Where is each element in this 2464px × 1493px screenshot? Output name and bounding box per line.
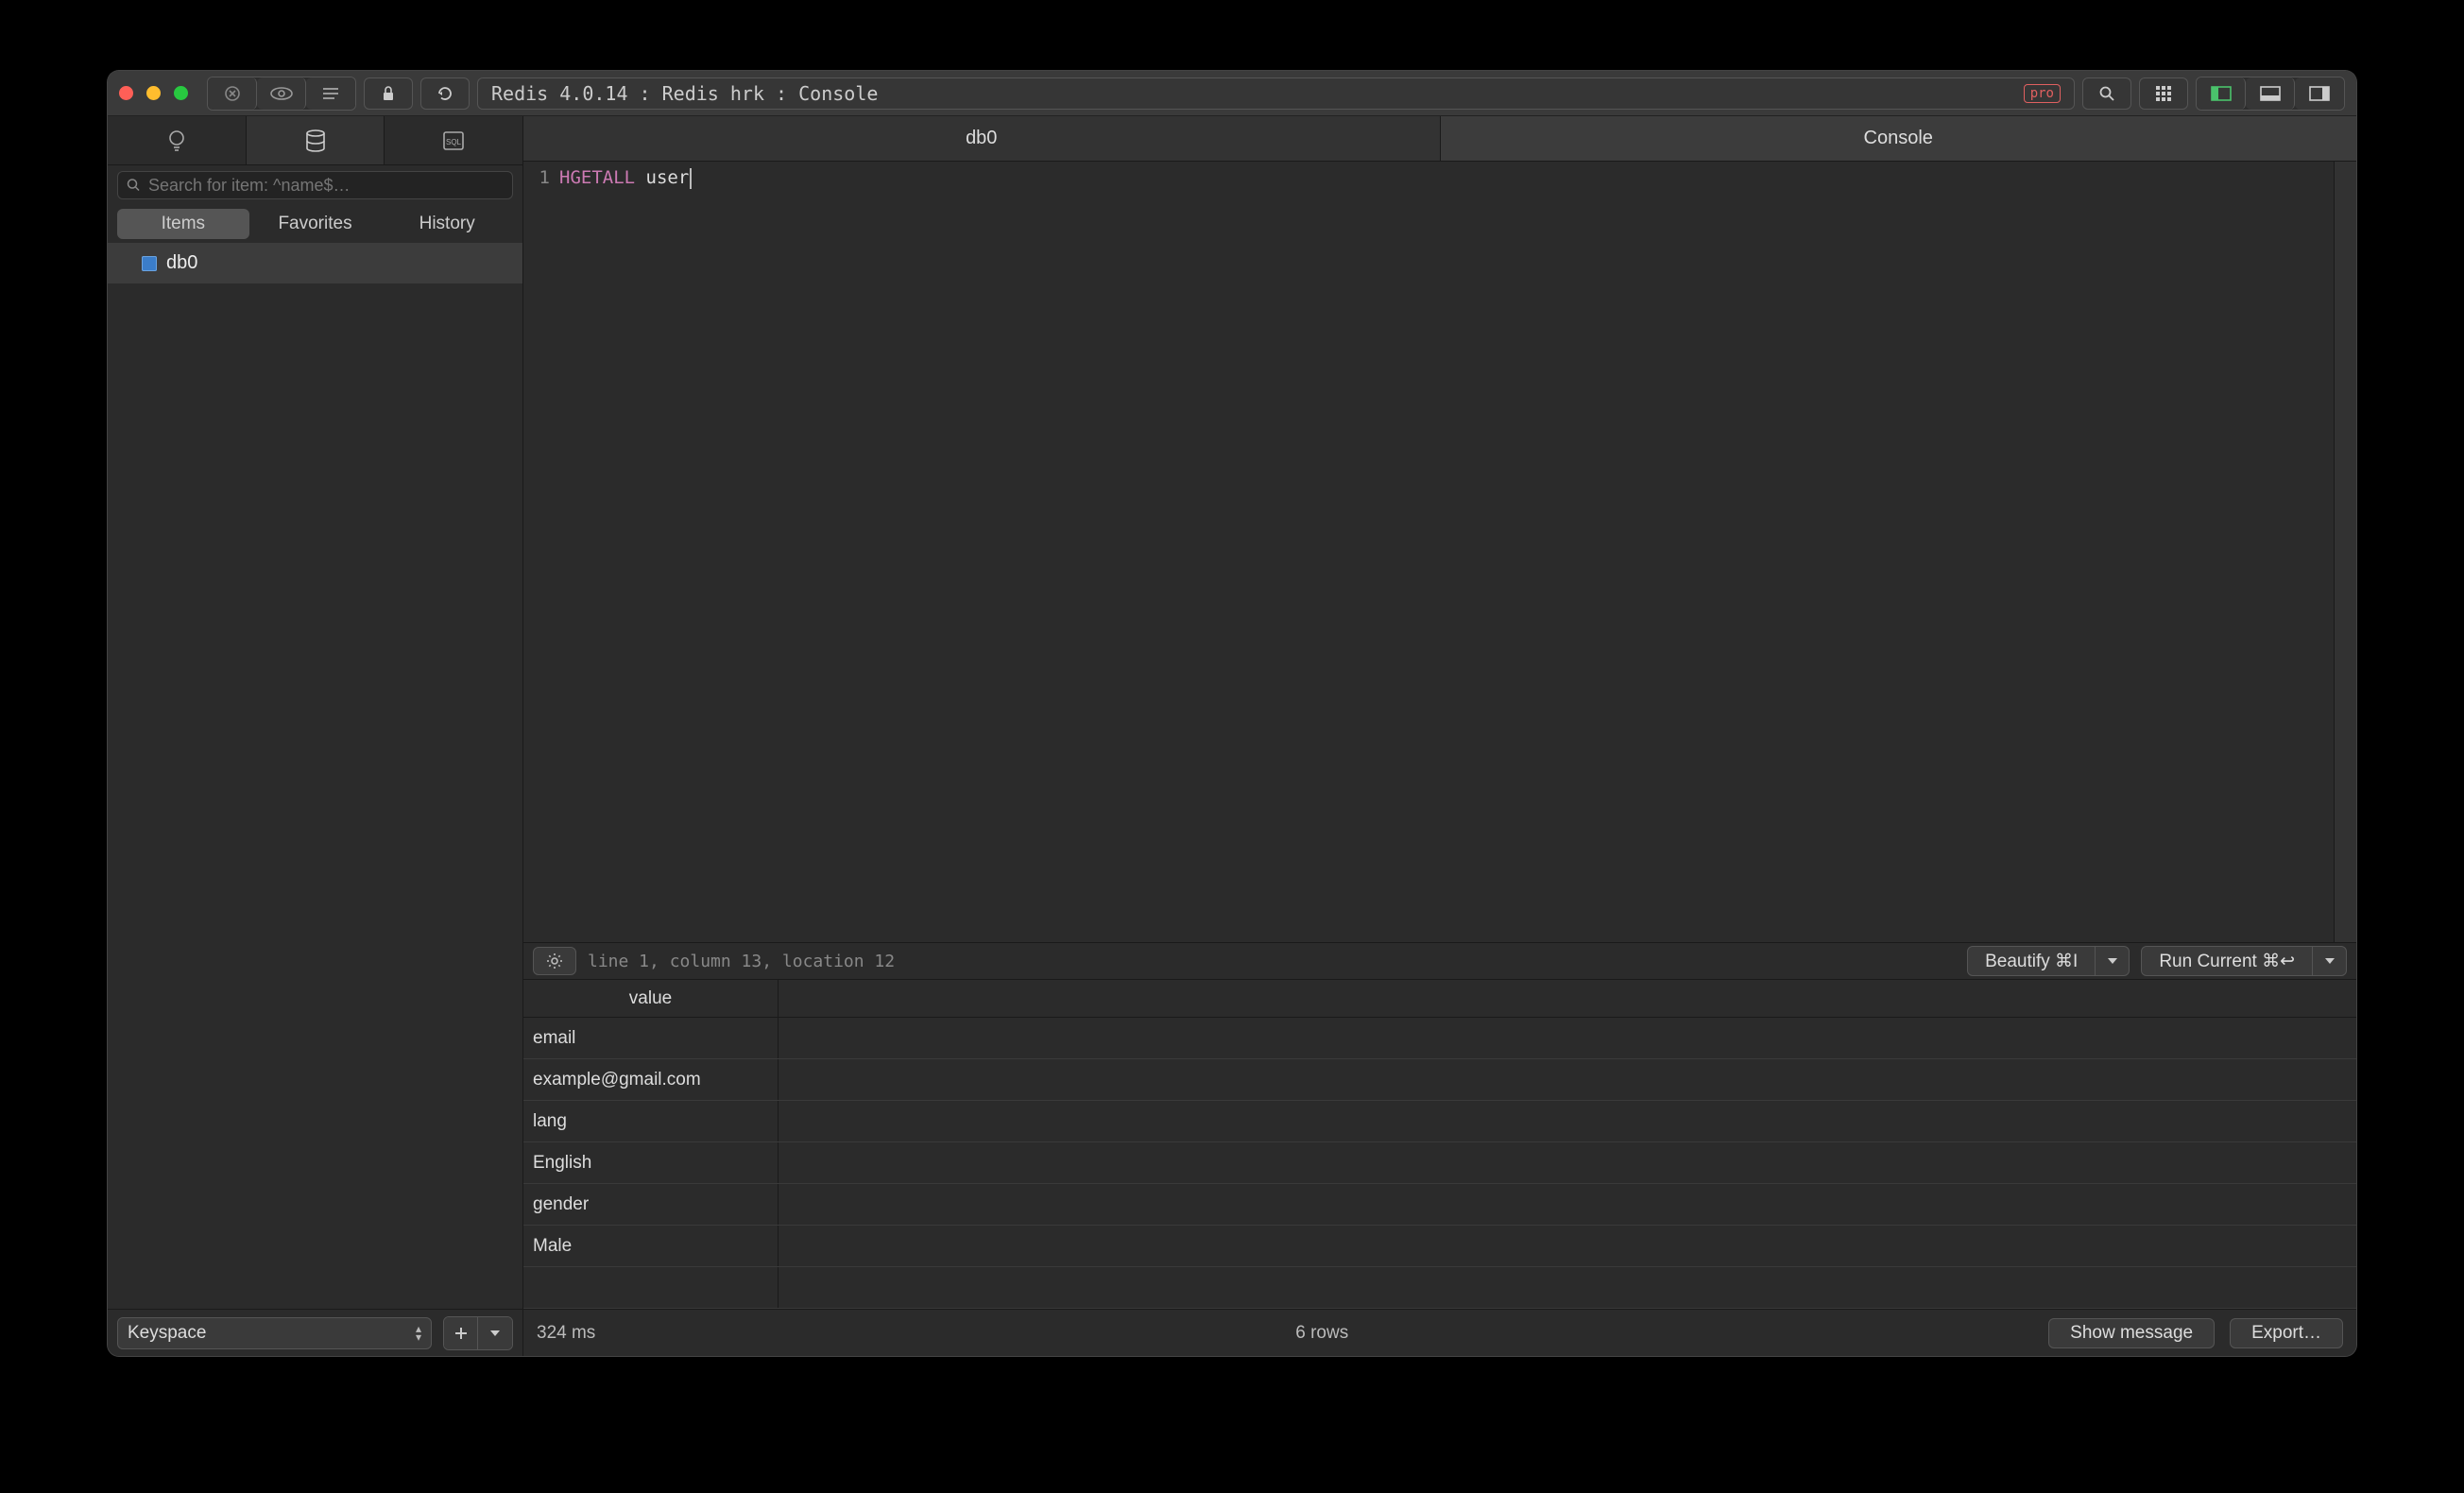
- editor-position: line 1, column 13, location 12: [588, 952, 895, 971]
- results-header: value: [523, 980, 2356, 1018]
- add-button-group: [443, 1316, 513, 1350]
- cell-value: English: [523, 1142, 779, 1183]
- beautify-label: Beautify ⌘I: [1968, 947, 2095, 975]
- filter-tab-history[interactable]: History: [381, 209, 513, 239]
- updown-icon: ▴▾: [416, 1325, 421, 1341]
- refresh-icon[interactable]: [420, 77, 470, 110]
- zoom-window-button[interactable]: [174, 86, 188, 100]
- cell-value: example@gmail.com: [523, 1059, 779, 1100]
- editor-scrollbar[interactable]: [2334, 162, 2356, 942]
- traffic-lights: [119, 86, 188, 100]
- results-statusbar: 324 ms 6 rows Show message Export…: [523, 1309, 2356, 1356]
- content-tabs: db0 Console: [523, 116, 2356, 162]
- query-editor[interactable]: 1 HGETALL user: [523, 162, 2356, 942]
- chevron-down-icon[interactable]: [2312, 947, 2346, 975]
- pro-badge: pro: [2024, 84, 2061, 103]
- preview-icon[interactable]: [257, 77, 306, 110]
- titlebar: Redis 4.0.14 : Redis hrk : Console pro: [108, 71, 2356, 116]
- toolbar-group-1: [207, 77, 356, 111]
- table-icon: [142, 256, 157, 271]
- table-row[interactable]: [523, 1267, 2356, 1309]
- editor-statusbar: line 1, column 13, location 12 Beautify …: [523, 942, 2356, 980]
- column-header-value[interactable]: value: [523, 980, 779, 1017]
- search-input[interactable]: [117, 171, 513, 199]
- lock-icon[interactable]: [364, 77, 413, 110]
- cell-value: email: [523, 1018, 779, 1058]
- add-button[interactable]: [444, 1317, 478, 1349]
- gear-icon[interactable]: [533, 947, 576, 975]
- minimize-window-button[interactable]: [146, 86, 161, 100]
- window-title: Redis 4.0.14 : Redis hrk : Console pro: [477, 77, 2075, 110]
- chevron-down-icon[interactable]: [2095, 947, 2129, 975]
- layout-group: [2196, 77, 2345, 111]
- cancel-icon[interactable]: [208, 77, 257, 110]
- table-row[interactable]: email: [523, 1018, 2356, 1059]
- beautify-button[interactable]: Beautify ⌘I: [1967, 946, 2130, 976]
- app-window: Redis 4.0.14 : Redis hrk : Console pro: [108, 71, 2356, 1356]
- show-message-button[interactable]: Show message: [2048, 1318, 2215, 1348]
- filter-tab-favorites[interactable]: Favorites: [249, 209, 382, 239]
- sidebar-search: [108, 165, 522, 205]
- search-icon: [127, 179, 141, 193]
- table-row[interactable]: lang: [523, 1101, 2356, 1142]
- layout-right-icon[interactable]: [2295, 77, 2344, 110]
- grid-icon[interactable]: [2139, 77, 2188, 110]
- column-header-empty: [779, 980, 2356, 1017]
- table-row[interactable]: gender: [523, 1184, 2356, 1226]
- sidebar-bottom: Keyspace ▴▾: [108, 1309, 522, 1356]
- sidebar-mode-tabs: SQL: [108, 116, 522, 165]
- export-button[interactable]: Export…: [2230, 1318, 2343, 1348]
- list-icon[interactable]: [306, 77, 355, 110]
- filter-tab-items[interactable]: Items: [117, 209, 249, 239]
- row-count: 6 rows: [610, 1323, 2033, 1344]
- editor-text: user: [635, 167, 689, 188]
- run-label: Run Current ⌘↩: [2142, 947, 2312, 975]
- keyspace-label: Keyspace: [128, 1323, 206, 1344]
- table-row[interactable]: example@gmail.com: [523, 1059, 2356, 1101]
- keyspace-select[interactable]: Keyspace ▴▾: [117, 1317, 432, 1349]
- results-panel: value email example@gmail.com lang Engli…: [523, 980, 2356, 1309]
- search-icon[interactable]: [2082, 77, 2131, 110]
- sidebar: SQL Items Favorites History db0: [108, 116, 523, 1356]
- cell-value: lang: [523, 1101, 779, 1141]
- results-body: email example@gmail.com lang English gen…: [523, 1018, 2356, 1309]
- editor-keyword: HGETALL: [559, 167, 635, 188]
- layout-bottom-icon[interactable]: [2246, 77, 2295, 110]
- window-title-text: Redis 4.0.14 : Redis hrk : Console: [491, 82, 878, 105]
- tab-console[interactable]: Console: [1441, 116, 2357, 162]
- query-time: 324 ms: [537, 1323, 595, 1344]
- editor-code[interactable]: HGETALL user: [556, 162, 2334, 942]
- item-list: db0: [108, 243, 522, 1309]
- cell-value: gender: [523, 1184, 779, 1225]
- database-icon[interactable]: [247, 116, 385, 165]
- lightbulb-icon[interactable]: [108, 116, 247, 165]
- close-window-button[interactable]: [119, 86, 133, 100]
- tab-db0[interactable]: db0: [523, 116, 1441, 162]
- table-row[interactable]: Male: [523, 1226, 2356, 1267]
- cell-value: Male: [523, 1226, 779, 1266]
- sidebar-item-label: db0: [166, 252, 197, 274]
- layout-left-icon[interactable]: [2197, 77, 2246, 110]
- sidebar-filter-tabs: Items Favorites History: [108, 205, 522, 243]
- cell-value: [523, 1267, 779, 1308]
- sidebar-item-db0[interactable]: db0: [108, 243, 522, 283]
- editor-gutter: 1: [523, 162, 556, 942]
- add-dropdown[interactable]: [478, 1317, 512, 1349]
- main-row: SQL Items Favorites History db0: [108, 116, 2356, 1356]
- content-area: db0 Console 1 HGETALL user line 1, colum…: [523, 116, 2356, 1356]
- editor-cursor: [690, 168, 692, 189]
- sql-icon[interactable]: SQL: [385, 116, 522, 165]
- line-number: 1: [523, 167, 550, 188]
- table-row[interactable]: English: [523, 1142, 2356, 1184]
- svg-text:SQL: SQL: [446, 138, 462, 146]
- run-button[interactable]: Run Current ⌘↩: [2141, 946, 2347, 976]
